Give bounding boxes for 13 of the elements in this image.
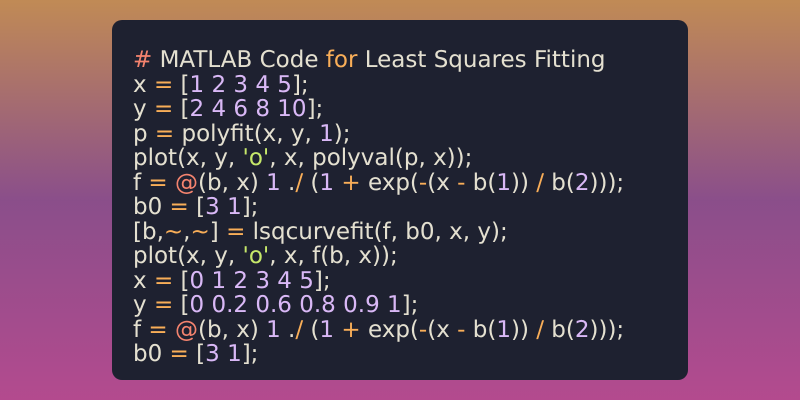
code-line: f = @(b, x) 1 ./ (1 + exp(-(x - b(1)) / b(2))); — [133, 318, 624, 342]
code-line: b0 = [3 1]; — [133, 195, 258, 220]
code-line: # MATLAB Code for Least Squares Fitting — [133, 48, 606, 72]
code-line: p = polyfit(x, y, 1); — [133, 122, 351, 146]
code-line: x = [0 1 2 3 4 5]; — [133, 268, 331, 293]
code-line: y = [2 4 6 8 10]; — [133, 97, 324, 122]
code-line: x = [1 2 3 4 5]; — [133, 72, 309, 97]
code-line: b0 = [3 1]; — [133, 342, 258, 366]
code-line: plot(x, y, 'o', x, polyval(p, x)); — [133, 146, 472, 170]
code-line: f = @(b, x) 1 ./ (1 + exp(-(x - b(1)) / b(2))); — [133, 170, 624, 195]
code-line: y = [0 0.2 0.6 0.8 0.9 1]; — [133, 293, 418, 318]
code-line: [b,~,~] = lsqcurvefit(f, b0, x, y); — [133, 220, 508, 244]
code-line: plot(x, y, 'o', x, f(b, x)); — [133, 244, 398, 268]
